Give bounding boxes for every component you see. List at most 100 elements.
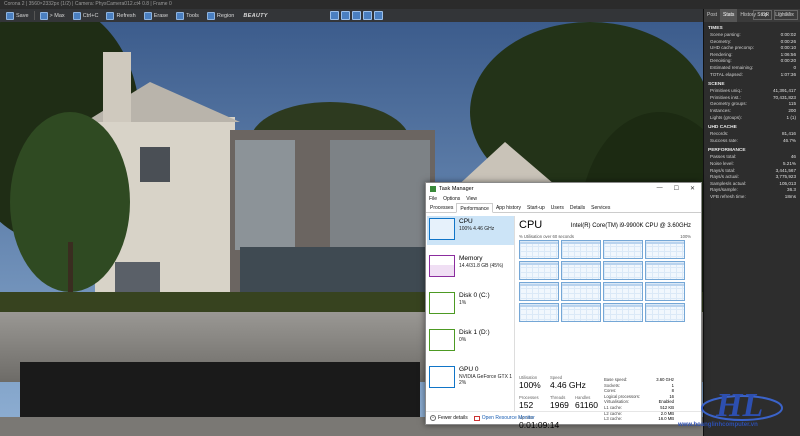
stat-value: 1 (1) — [786, 114, 796, 120]
open-resource-monitor-link[interactable]: Open Resource Monitor — [473, 415, 535, 421]
refresh-button[interactable]: Refresh — [103, 10, 138, 21]
tools-button[interactable]: Tools — [173, 10, 202, 21]
resource-disk0[interactable]: Disk 0 (C:) 1% — [427, 290, 514, 319]
task-manager-icon — [430, 185, 436, 192]
stat-label: Rendering: — [710, 51, 733, 57]
stat-value: 200 — [788, 107, 796, 113]
stat-value: 36.3 — [787, 187, 796, 193]
resource-name: GPU 0 — [459, 366, 479, 373]
copy-button[interactable]: Ctrl+C — [70, 10, 102, 21]
zoom-reset-icon[interactable] — [373, 11, 383, 20]
resource-sub2: 2% — [459, 380, 467, 386]
resource-disk1[interactable]: Disk 1 (D:) 0% — [427, 327, 514, 356]
stat-label: Passes total: — [710, 154, 737, 160]
stat-label: Samples/s actual: — [710, 180, 747, 186]
erase-button[interactable]: Erase — [141, 10, 171, 21]
tab-performance[interactable]: Performance — [456, 203, 493, 213]
resource-gpu[interactable]: GPU 0 NVIDIA GeForce GTX 10 2% — [427, 364, 514, 393]
stat-value: 3,441,567 — [775, 167, 796, 173]
stat-value: 0:00:20 — [780, 58, 796, 64]
menu-view[interactable]: View — [466, 196, 477, 202]
stat-label: Primitives uniq.: — [710, 88, 743, 94]
util-caption-text: % Utilisation over 60 seconds — [519, 234, 574, 239]
stat-label: Geometry: — [710, 38, 732, 44]
fewer-details-button[interactable]: ^ Fewer details — [430, 415, 468, 421]
render-pass-select[interactable]: BEAUTY — [239, 13, 271, 19]
menu-options[interactable]: Options — [443, 196, 460, 202]
resource-sub: 100% 4.46 GHz — [459, 226, 495, 232]
resource-list: CPU 100% 4.46 GHz Memory 14.4/31.8 GB (45%… — [427, 216, 515, 411]
stats-row: Noise level: 5.21% — [704, 161, 800, 168]
stat-value: 46 — [790, 154, 796, 160]
tab-stats[interactable]: Stats — [720, 9, 738, 22]
zoom-in-icon[interactable] — [340, 11, 350, 20]
logical-processor-graph — [519, 261, 559, 280]
stat-value: 41,391,417 — [773, 88, 796, 94]
logical-processor-graph — [519, 282, 559, 301]
menu-file[interactable]: File — [429, 196, 437, 202]
logical-processor-graph — [561, 261, 601, 280]
render-button[interactable]: Render — [773, 10, 798, 20]
gpu-thumbnail — [429, 366, 455, 388]
zoom-fit-icon[interactable] — [362, 11, 372, 20]
toolbar-divider — [33, 11, 35, 20]
resource-sub: 1% — [459, 300, 467, 306]
resource-monitor-icon — [473, 415, 480, 421]
stats-row: Rays/s actual: 3,775,923 — [704, 174, 800, 181]
erase-icon — [143, 11, 152, 20]
save-button[interactable]: Save — [3, 10, 32, 21]
memory-thumbnail — [429, 255, 455, 277]
render-controls: Stop Render — [751, 10, 798, 20]
logical-processor-graph — [645, 240, 685, 259]
stat-value: 70,431,823 — [773, 94, 796, 100]
resource-memory[interactable]: Memory 14.4/31.8 GB (45%) — [427, 253, 514, 282]
stat-label: Rays/s actual: — [710, 174, 739, 180]
tab-app-history[interactable]: App history — [493, 203, 524, 212]
tab-post[interactable]: Post — [704, 9, 720, 22]
stats-row: Geometry: 0:00:26 — [704, 39, 800, 46]
stats-section-title: TIMES — [708, 26, 723, 31]
minimize-button[interactable]: — — [657, 185, 663, 192]
tab-users[interactable]: Users — [548, 203, 567, 212]
stat-speed: Speed 4.46 GHz — [550, 375, 586, 390]
stat-utilisation: Utilisation 100% — [519, 375, 541, 390]
resource-sub: 0% — [459, 337, 467, 343]
tab-startup[interactable]: Start-up — [524, 203, 548, 212]
utilisation-value: 100% — [519, 380, 541, 390]
speed-value: 4.46 GHz — [550, 380, 586, 390]
window-controls: — ☐ ✕ — [657, 185, 701, 192]
zoom-out-icon[interactable] — [351, 11, 361, 20]
stats-panel: Post Stats History DR LightMix TIMES Scen… — [703, 9, 800, 436]
stat-value: 105,013 — [779, 180, 796, 186]
tab-processes[interactable]: Processes — [427, 203, 456, 212]
handles-value: 61160 — [575, 400, 599, 410]
logical-processor-graph — [561, 240, 601, 259]
stat-label: Denoising: — [710, 58, 732, 64]
stat-value: 5.21% — [782, 160, 796, 166]
chevron-up-icon: ^ — [430, 415, 436, 421]
tm-menubar: File Options View — [426, 194, 701, 203]
stats-row: VFB refresh time: 18ms — [704, 194, 800, 201]
stat-value: 18ms — [784, 193, 796, 199]
resource-name: Memory — [459, 255, 483, 262]
stats-row: Success rate: 46.7% — [704, 138, 800, 145]
stat-value: 0:00:02 — [780, 32, 796, 37]
stats-row: Passes total: 46 — [704, 154, 800, 161]
processes-value: 152 — [519, 400, 534, 410]
resource-name: CPU — [459, 218, 473, 225]
region-button[interactable]: Region — [204, 10, 237, 21]
tab-details[interactable]: Details — [567, 203, 588, 212]
stats-list: TIMES Scene parsing: 0:00:02 Geometry: 0:00:… — [704, 22, 800, 200]
logical-processor-graph — [603, 282, 643, 301]
stop-button[interactable]: Stop — [753, 10, 772, 20]
send-to-max-button[interactable]: > Max — [37, 10, 68, 21]
disk0-thumbnail — [429, 292, 455, 314]
close-button[interactable]: ✕ — [690, 185, 695, 192]
logical-processor-graphs — [519, 240, 699, 322]
stats-section-title: UHD CACHE — [708, 125, 737, 131]
maximize-button[interactable]: ☐ — [674, 185, 679, 192]
tab-services[interactable]: Services — [588, 203, 613, 212]
resource-cpu[interactable]: CPU 100% 4.46 GHz — [427, 216, 514, 245]
arrow-icon[interactable] — [329, 11, 339, 20]
corona-vfb-window: Corona 2 | 3560×2332px (1/2) | Camera: P… — [0, 0, 800, 436]
